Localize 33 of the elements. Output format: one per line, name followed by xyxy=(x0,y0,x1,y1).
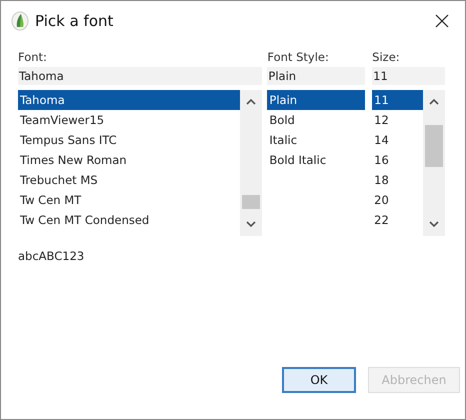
scroll-thumb[interactable] xyxy=(242,195,260,209)
input-field[interactable]: 11 xyxy=(372,67,445,85)
field-label: Font: xyxy=(18,49,48,66)
sample-text: abcABC123 xyxy=(18,248,86,265)
list-item[interactable]: 18 xyxy=(372,170,423,190)
list-item[interactable]: Tempus Sans ITC xyxy=(18,130,240,150)
list-item[interactable]: Tw Cen MT Condensed xyxy=(18,210,240,230)
list-item[interactable]: TeamViewer15 xyxy=(18,110,240,130)
list-item[interactable]: Italic xyxy=(267,130,366,150)
list-item[interactable]: 20 xyxy=(372,190,423,210)
list-item[interactable]: 14 xyxy=(372,130,423,150)
window-title: Pick a font xyxy=(35,10,114,32)
list-item[interactable]: Trebuchet MS xyxy=(18,170,240,190)
scroll-thumb[interactable] xyxy=(425,125,443,167)
field-label: Size: xyxy=(372,49,401,66)
list-item[interactable]: Bold Italic xyxy=(267,150,366,170)
list-item[interactable]: 12 xyxy=(372,110,423,130)
list-item[interactable]: 11 xyxy=(372,90,423,110)
input-field[interactable]: Plain xyxy=(267,67,366,85)
list-item[interactable]: 22 xyxy=(372,210,423,230)
field-label: Font Style: xyxy=(267,49,330,66)
list-item[interactable]: Plain xyxy=(267,90,366,110)
close-icon xyxy=(435,14,449,28)
scrollbar[interactable] xyxy=(240,90,262,236)
list-item[interactable]: 16 xyxy=(372,150,423,170)
scrollbar[interactable] xyxy=(423,90,445,236)
list-item[interactable]: Bold xyxy=(267,110,366,130)
dialog-button[interactable]: OK xyxy=(282,367,356,393)
list-item[interactable]: Tw Cen MT xyxy=(18,190,240,210)
app-icon xyxy=(11,11,29,31)
list-item[interactable]: Times New Roman xyxy=(18,150,240,170)
input-field[interactable]: Tahoma xyxy=(18,67,262,85)
list-item[interactable]: Tahoma xyxy=(18,90,240,110)
